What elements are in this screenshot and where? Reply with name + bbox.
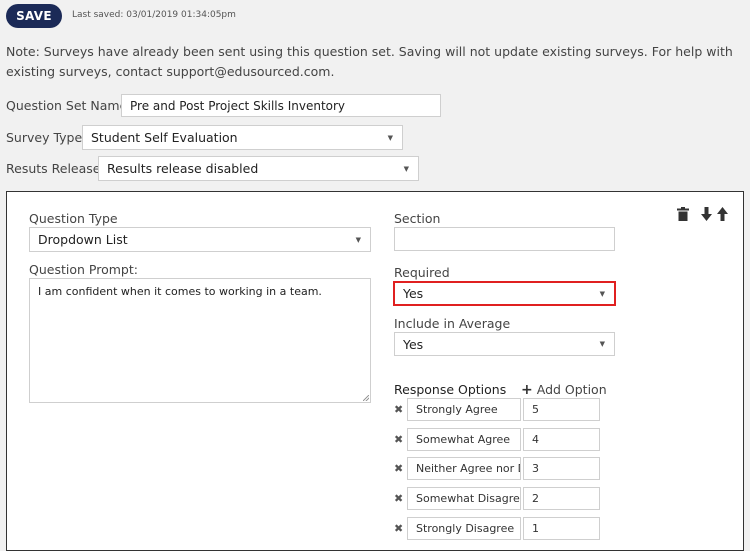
option-value-value: 1 <box>532 522 539 535</box>
question-type-select[interactable]: Dropdown List ▼ <box>29 227 371 252</box>
option-label-value: Strongly Disagree <box>416 522 515 535</box>
plus-icon: + <box>521 381 533 398</box>
caret-down-icon: ▼ <box>403 164 409 173</box>
option-label-input[interactable]: Somewhat Disagree <box>407 487 521 510</box>
add-option-button[interactable]: + Add Option <box>521 382 607 397</box>
survey-type-value: Student Self Evaluation <box>91 130 238 145</box>
add-option-label: Add Option <box>536 382 607 397</box>
include-in-average-label: Include in Average <box>394 316 511 331</box>
close-icon[interactable]: ✖ <box>394 492 403 505</box>
save-button[interactable]: SAVE <box>6 4 62 28</box>
option-label-input[interactable]: Strongly Disagree <box>407 517 521 540</box>
option-value-input[interactable]: 3 <box>523 457 600 480</box>
required-value: Yes <box>403 286 424 301</box>
results-release-label: Resuts Release: <box>6 161 105 176</box>
option-value-value: 3 <box>532 462 539 475</box>
option-value-value: 2 <box>532 492 539 505</box>
required-select[interactable]: Yes ▼ <box>393 281 616 306</box>
caret-down-icon: ▼ <box>599 340 605 348</box>
caret-down-icon: ▼ <box>355 235 361 244</box>
close-icon[interactable]: ✖ <box>394 403 403 416</box>
required-label: Required <box>394 265 450 280</box>
option-value-input[interactable]: 2 <box>523 487 600 510</box>
arrow-up-icon[interactable] <box>717 207 728 221</box>
option-label-value: Strongly Agree <box>416 403 498 416</box>
option-value-input[interactable]: 1 <box>523 517 600 540</box>
results-release-select[interactable]: Results release disabled ▼ <box>98 156 419 181</box>
question-set-name-value: Pre and Post Project Skills Inventory <box>130 98 346 113</box>
include-in-average-value: Yes <box>403 336 424 352</box>
option-label-value: Neither Agree nor Di <box>416 462 521 475</box>
trash-icon[interactable] <box>677 207 689 221</box>
last-saved-text: Last saved: 03/01/2019 01:34:05pm <box>72 10 236 20</box>
question-set-name-input[interactable]: Pre and Post Project Skills Inventory <box>121 94 441 117</box>
option-value-value: 4 <box>532 433 539 446</box>
results-release-value: Results release disabled <box>107 161 259 176</box>
section-input[interactable] <box>394 227 615 251</box>
close-icon[interactable]: ✖ <box>394 462 403 475</box>
close-icon[interactable]: ✖ <box>394 522 403 535</box>
option-value-input[interactable]: 4 <box>523 428 600 451</box>
caret-down-icon: ▼ <box>599 289 605 298</box>
section-label: Section <box>394 211 441 226</box>
include-in-average-select[interactable]: Yes ▼ <box>394 332 615 356</box>
question-type-label: Question Type <box>29 211 118 226</box>
question-prompt-label: Question Prompt: <box>29 262 138 277</box>
option-label-input[interactable]: Neither Agree nor Di <box>407 457 521 480</box>
arrow-down-icon[interactable] <box>701 207 712 221</box>
option-label-input[interactable]: Somewhat Agree <box>407 428 521 451</box>
close-icon[interactable]: ✖ <box>394 433 403 446</box>
response-options-label: Response Options <box>394 382 507 397</box>
option-label-value: Somewhat Agree <box>416 433 511 446</box>
survey-type-label: Survey Type: <box>6 130 87 145</box>
caret-down-icon: ▼ <box>387 133 393 142</box>
notice-text: Note: Surveys have already been sent usi… <box>6 44 733 79</box>
resize-handle-icon[interactable] <box>363 395 369 401</box>
question-prompt-textarea[interactable]: I am confident when it comes to working … <box>29 278 371 403</box>
option-value-input[interactable]: 5 <box>523 398 600 421</box>
question-type-value: Dropdown List <box>38 232 128 247</box>
option-value-value: 5 <box>532 403 539 416</box>
option-label-value: Somewhat Disagree <box>416 492 521 505</box>
question-set-name-label: Question Set Name: <box>6 98 132 113</box>
option-label-input[interactable]: Strongly Agree <box>407 398 521 421</box>
survey-type-select[interactable]: Student Self Evaluation ▼ <box>82 125 403 150</box>
question-prompt-value: I am confident when it comes to working … <box>38 285 322 298</box>
